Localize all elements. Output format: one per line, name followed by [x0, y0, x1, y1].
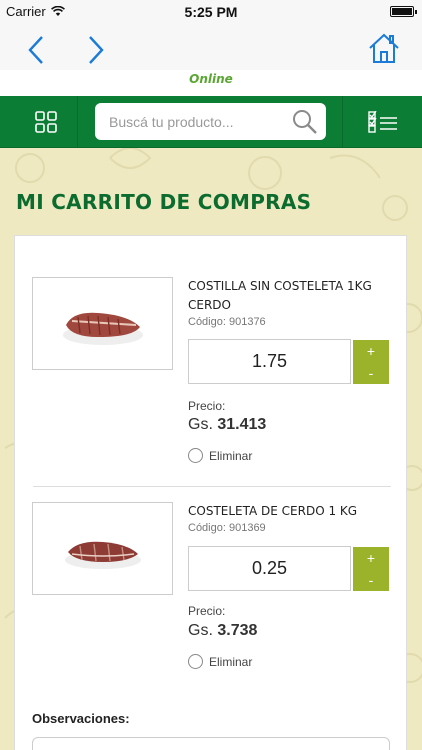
observations-field[interactable]: [32, 737, 390, 750]
observations-label: Observaciones:: [32, 711, 130, 726]
shopping-list-button[interactable]: [342, 96, 422, 148]
increase-quantity-button[interactable]: +: [353, 340, 389, 362]
quantity-field[interactable]: 0.25: [188, 546, 351, 591]
checklist-icon: [367, 111, 397, 133]
price-currency: Gs.: [188, 622, 213, 639]
grid-icon: [34, 111, 57, 133]
product-code: Código: 901376: [188, 316, 266, 328]
status-time: 5:25 PM: [184, 4, 238, 20]
product-image: [32, 502, 173, 595]
price-value: Gs. 31.413: [188, 416, 266, 434]
search-icon[interactable]: [290, 105, 320, 139]
price-amount: 31.413: [217, 416, 267, 433]
remove-checkbox[interactable]: [188, 654, 203, 669]
price-label: Precio:: [188, 604, 226, 618]
brand-logo: Online: [189, 72, 233, 86]
status-bar: Carrier 5:25 PM: [0, 0, 422, 24]
remove-label: Eliminar: [209, 448, 253, 463]
product-image: [32, 277, 173, 370]
cart-item: COSTILLA SIN COSTELETA 1KG CERDO Código:…: [15, 236, 408, 486]
remove-item-toggle[interactable]: Eliminar: [188, 654, 252, 669]
search-box: [95, 103, 326, 140]
chevron-left-icon: [28, 36, 43, 64]
logo-strip: Online: [0, 70, 422, 96]
product-code: Código: 901369: [188, 522, 266, 534]
cart-item: COSTELETA DE CERDO 1 KG Código: 901369 0…: [15, 488, 408, 698]
remove-checkbox[interactable]: [188, 448, 203, 463]
search-input[interactable]: [95, 103, 290, 140]
remove-label: Eliminar: [209, 654, 253, 669]
product-name: COSTELETA DE CERDO 1 KG: [188, 504, 358, 518]
cart-panel: COSTILLA SIN COSTELETA 1KG CERDO Código:…: [14, 235, 407, 750]
decrease-quantity-button[interactable]: -: [353, 362, 389, 384]
remove-item-toggle[interactable]: Eliminar: [188, 448, 252, 463]
increase-quantity-button[interactable]: +: [353, 547, 389, 569]
price-currency: Gs.: [188, 416, 213, 433]
home-button[interactable]: [366, 30, 402, 66]
price-amount: 3.738: [217, 622, 258, 639]
forward-button[interactable]: [78, 32, 114, 68]
categories-button[interactable]: [14, 96, 78, 148]
quantity-field[interactable]: 1.75: [188, 339, 351, 384]
chevron-right-icon: [89, 36, 104, 64]
battery-icon: [390, 6, 417, 17]
item-divider: [33, 486, 391, 487]
back-button[interactable]: [18, 32, 54, 68]
price-value: Gs. 3.738: [188, 622, 257, 640]
product-name: COSTILLA SIN COSTELETA 1KG CERDO: [188, 279, 372, 312]
decrease-quantity-button[interactable]: -: [353, 569, 389, 591]
app-toolbar: [0, 96, 422, 148]
home-icon: [369, 33, 399, 63]
page-title: MI CARRITO DE COMPRAS: [16, 190, 312, 214]
nav-bar: [0, 24, 422, 76]
price-label: Precio:: [188, 399, 226, 413]
